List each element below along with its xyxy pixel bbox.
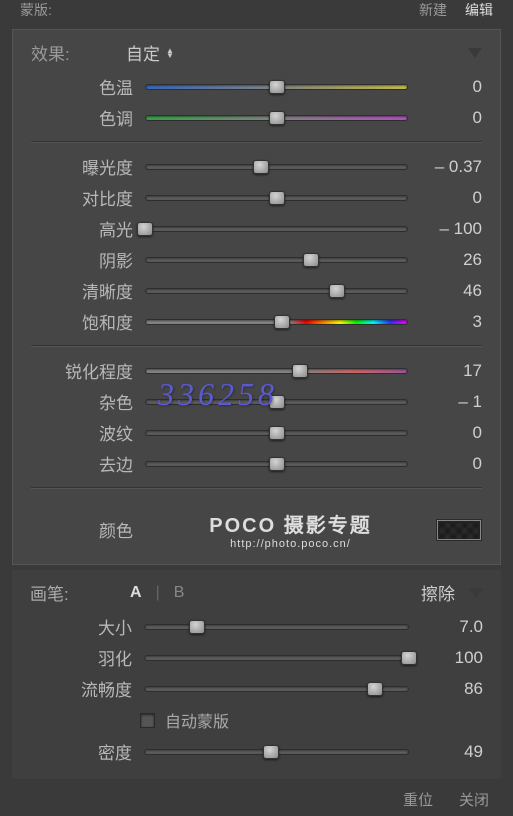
effects-title: 效果: — [31, 40, 126, 65]
effect-曝光度-slider[interactable] — [145, 160, 408, 174]
slider-knob[interactable] — [269, 457, 285, 471]
effect-杂色-slider[interactable] — [145, 395, 408, 409]
brush-流畅度-label: 流畅度 — [12, 676, 144, 701]
effect-色温-label: 色温 — [13, 74, 145, 99]
automask-label: 自动蒙版 — [165, 708, 229, 732]
slider-knob[interactable] — [329, 284, 345, 298]
effect-饱和度-value[interactable]: 3 — [408, 312, 482, 332]
slider-knob[interactable] — [137, 222, 153, 236]
effect-高光-slider[interactable] — [145, 222, 408, 236]
effect-锐化程度-row: 锐化程度 17 — [13, 355, 500, 386]
topbar-new[interactable]: 新建 — [419, 0, 447, 24]
watermark: POCO 摄影专题 http://photo.poco.cn/ — [145, 509, 436, 550]
brush-大小-value[interactable]: 7.0 — [409, 617, 483, 637]
color-swatch[interactable] — [436, 519, 482, 541]
slider-knob[interactable] — [303, 253, 319, 267]
effect-对比度-label: 对比度 — [13, 185, 145, 210]
slider-knob[interactable] — [269, 395, 285, 409]
effect-杂色-row: 杂色 – 1 — [13, 386, 500, 417]
effect-清晰度-slider[interactable] — [145, 284, 408, 298]
effect-杂色-label: 杂色 — [13, 389, 145, 414]
effect-去边-label: 去边 — [13, 451, 145, 476]
effect-锐化程度-slider[interactable] — [145, 364, 408, 378]
slider-knob[interactable] — [269, 111, 285, 125]
slider-knob[interactable] — [263, 745, 279, 759]
disclosure-icon[interactable] — [469, 588, 483, 598]
effect-高光-row: 高光 – 100 — [13, 213, 500, 244]
effect-对比度-value[interactable]: 0 — [408, 188, 482, 208]
disclosure-icon[interactable] — [468, 48, 482, 58]
effect-对比度-row: 对比度 0 — [13, 182, 500, 213]
slider-knob[interactable] — [269, 80, 285, 94]
brush-density-row: 密度 49 — [12, 736, 501, 767]
effect-色温-slider[interactable] — [145, 80, 408, 94]
effects-preset[interactable]: 自定 ▲▼ — [126, 40, 174, 65]
brush-density-slider[interactable] — [144, 745, 409, 759]
effect-去边-value[interactable]: 0 — [408, 454, 482, 474]
automask-checkbox[interactable] — [140, 713, 155, 728]
brush-title: 画笔: — [30, 580, 130, 605]
brush-density-label: 密度 — [12, 739, 144, 764]
effect-波纹-label: 波纹 — [13, 420, 145, 445]
brush-羽化-slider[interactable] — [144, 651, 409, 665]
effect-阴影-slider[interactable] — [145, 253, 408, 267]
effect-锐化程度-label: 锐化程度 — [13, 358, 145, 383]
brush-流畅度-slider[interactable] — [144, 682, 409, 696]
effect-波纹-slider[interactable] — [145, 426, 408, 440]
brush-流畅度-row: 流畅度 86 — [12, 673, 501, 704]
effect-锐化程度-value[interactable]: 17 — [408, 361, 482, 381]
brush-erase[interactable]: 擦除 — [421, 580, 455, 605]
effect-去边-slider[interactable] — [145, 457, 408, 471]
effect-清晰度-value[interactable]: 46 — [408, 281, 482, 301]
effect-阴影-value[interactable]: 26 — [408, 250, 482, 270]
effect-色调-row: 色调 0 — [13, 102, 500, 133]
chevron-updown-icon: ▲▼ — [166, 48, 174, 58]
topbar-edit[interactable]: 编辑 — [465, 0, 493, 24]
brush-羽化-value[interactable]: 100 — [409, 648, 483, 668]
effect-去边-row: 去边 0 — [13, 448, 500, 479]
brush-羽化-row: 羽化 100 — [12, 642, 501, 673]
effect-色温-row: 色温 0 — [13, 71, 500, 102]
effect-波纹-value[interactable]: 0 — [408, 423, 482, 443]
brush-大小-row: 大小 7.0 — [12, 611, 501, 642]
slider-knob[interactable] — [189, 620, 205, 634]
effect-色调-label: 色调 — [13, 105, 145, 130]
brush-b[interactable]: B — [174, 584, 185, 602]
effect-对比度-slider[interactable] — [145, 191, 408, 205]
effect-饱和度-row: 饱和度 3 — [13, 306, 500, 337]
effect-曝光度-label: 曝光度 — [13, 154, 145, 179]
slider-knob[interactable] — [269, 191, 285, 205]
effect-色温-value[interactable]: 0 — [408, 77, 482, 97]
effect-波纹-row: 波纹 0 — [13, 417, 500, 448]
effect-饱和度-label: 饱和度 — [13, 309, 145, 334]
slider-knob[interactable] — [292, 364, 308, 378]
brush-density-value[interactable]: 49 — [409, 742, 483, 762]
slider-knob[interactable] — [367, 682, 383, 696]
effect-杂色-value[interactable]: – 1 — [408, 392, 482, 412]
effect-饱和度-slider[interactable] — [145, 315, 408, 329]
brush-大小-label: 大小 — [12, 614, 144, 639]
effect-曝光度-value[interactable]: – 0.37 — [408, 157, 482, 177]
slider-knob[interactable] — [269, 426, 285, 440]
effects-panel: 效果: 自定 ▲▼ 色温0色调0曝光度– 0.37对比度0高光– 100阴影26… — [12, 29, 501, 565]
effect-曝光度-row: 曝光度 – 0.37 — [13, 151, 500, 182]
color-label: 颜色 — [13, 517, 145, 542]
effect-阴影-row: 阴影 26 — [13, 244, 500, 275]
effect-色调-slider[interactable] — [145, 111, 408, 125]
effect-色调-value[interactable]: 0 — [408, 108, 482, 128]
brush-a[interactable]: A — [130, 584, 142, 602]
brush-羽化-label: 羽化 — [12, 645, 144, 670]
slider-knob[interactable] — [401, 651, 417, 665]
slider-knob[interactable] — [274, 315, 290, 329]
brush-panel: 画笔: A | B 擦除 大小7.0羽化100流畅度86 自动蒙版 密度49 — [12, 570, 501, 779]
effect-高光-label: 高光 — [13, 216, 145, 241]
brush-流畅度-value[interactable]: 86 — [409, 679, 483, 699]
topbar-left: 蒙版: — [20, 0, 52, 24]
effect-阴影-label: 阴影 — [13, 247, 145, 272]
effect-清晰度-row: 清晰度 46 — [13, 275, 500, 306]
brush-大小-slider[interactable] — [144, 620, 409, 634]
slider-knob[interactable] — [253, 160, 269, 174]
effect-清晰度-label: 清晰度 — [13, 278, 145, 303]
effect-高光-value[interactable]: – 100 — [408, 219, 482, 239]
